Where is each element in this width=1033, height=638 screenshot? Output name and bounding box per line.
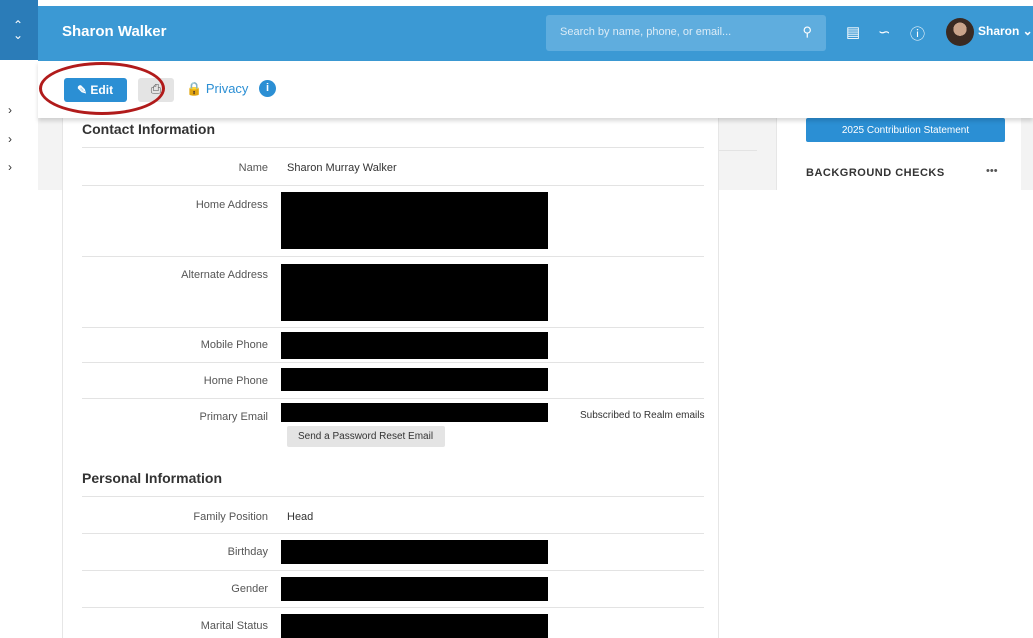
divider <box>82 398 704 399</box>
family-position-value: Head <box>287 511 314 523</box>
info-icon[interactable]: i <box>259 80 276 97</box>
privacy-label: Privacy <box>205 81 249 96</box>
redacted-birthday <box>281 540 548 564</box>
gender-label: Gender <box>231 583 268 595</box>
chevron-right-icon[interactable]: › <box>8 103 12 117</box>
subscription-status: Subscribed to Realm emails <box>580 410 705 421</box>
redacted-home-phone <box>281 368 548 391</box>
divider <box>82 185 704 186</box>
user-name: Sharon <box>978 24 1020 38</box>
birthday-label: Birthday <box>227 546 268 558</box>
nav-collapse-area[interactable]: ⌃ ⌄ <box>0 0 38 60</box>
divider <box>82 570 704 571</box>
redacted-mobile-phone <box>281 332 548 359</box>
expand-toggle-icon[interactable]: ⌃ ⌄ <box>13 19 23 41</box>
personal-section-title: Personal Information <box>82 470 223 486</box>
password-reset-button[interactable]: Send a Password Reset Email <box>287 426 445 447</box>
alternate-address-label: Alternate Address <box>181 269 268 281</box>
redacted-marital-status <box>281 614 548 638</box>
top-header: Sharon Walker Search by name, phone, or … <box>38 6 1033 61</box>
left-nav-strip: ⌃ ⌄ › › › <box>0 0 38 638</box>
redacted-gender <box>281 577 548 601</box>
family-position-label: Family Position <box>193 511 268 523</box>
user-menu[interactable]: Sharon ⌄ <box>978 24 1033 38</box>
chevron-right-icon[interactable]: › <box>8 132 12 146</box>
divider <box>719 150 757 151</box>
chat-icon[interactable]: ▤ <box>846 23 860 41</box>
realm-icon[interactable]: ∽ <box>878 23 891 41</box>
name-value: Sharon Murray Walker <box>287 162 397 174</box>
home-address-label: Home Address <box>195 199 268 211</box>
divider <box>82 496 704 497</box>
help-icon[interactable]: ⓘ <box>910 23 925 44</box>
redacted-home-address <box>281 192 548 249</box>
avatar[interactable] <box>946 18 974 46</box>
marital-status-label: Marital Status <box>200 620 268 632</box>
contribution-statement-button[interactable]: 2025 Contribution Statement <box>806 118 1005 142</box>
divider <box>82 327 704 328</box>
home-phone-label: Home Phone <box>203 375 268 387</box>
divider <box>82 256 704 257</box>
page-title: Sharon Walker <box>62 23 167 40</box>
contact-section-title: Contact Information <box>82 121 215 137</box>
search-placeholder: Search by name, phone, or email... <box>560 26 732 38</box>
lock-icon: 🔒 <box>186 81 203 96</box>
chevron-right-icon[interactable]: › <box>8 160 12 174</box>
divider <box>82 147 704 148</box>
highlight-circle <box>39 62 165 115</box>
mobile-phone-label: Mobile Phone <box>200 339 268 351</box>
profile-toolbar: ✎ Edit ⎙ 🔒 Privacy i <box>38 61 1033 118</box>
divider <box>82 362 704 363</box>
search-icon[interactable]: ⚲ <box>802 24 812 40</box>
divider <box>82 533 704 534</box>
more-options-icon[interactable]: ••• <box>986 165 998 177</box>
name-label: Name <box>238 162 268 174</box>
divider <box>82 607 704 608</box>
privacy-link[interactable]: 🔒 Privacy <box>186 81 248 97</box>
primary-email-label: Primary Email <box>199 411 268 423</box>
redacted-alternate-address <box>281 264 548 321</box>
background-checks-title: BACKGROUND CHECKS <box>806 167 945 179</box>
redacted-primary-email <box>281 403 548 422</box>
search-input[interactable]: Search by name, phone, or email... ⚲ <box>546 15 826 51</box>
